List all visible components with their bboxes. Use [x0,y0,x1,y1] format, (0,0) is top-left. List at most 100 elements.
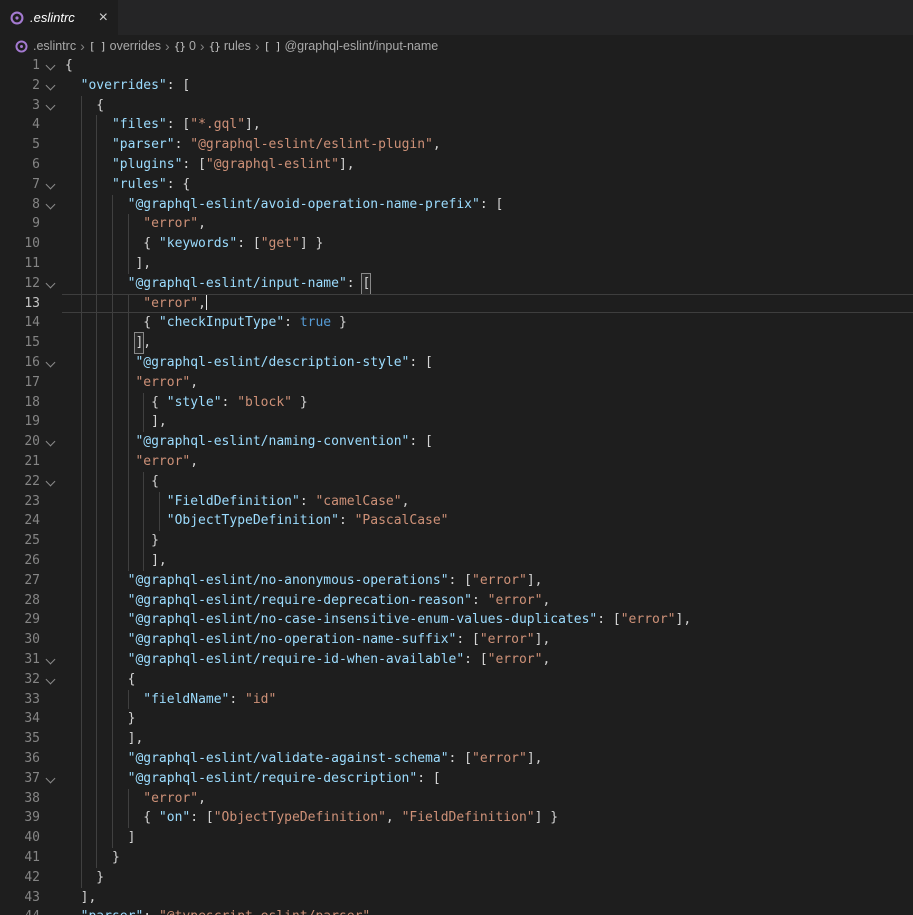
line-number[interactable]: 30 [0,630,40,650]
fold-chevron-icon[interactable] [47,62,54,66]
code-line[interactable]: 41 } [0,848,913,868]
fold-chevron-icon[interactable] [47,676,54,680]
code-line[interactable]: 1{ [0,56,913,76]
code-line[interactable]: 23 "FieldDefinition": "camelCase", [0,492,913,512]
line-number[interactable]: 32 [0,670,40,690]
fold-chevron-icon[interactable] [47,775,54,779]
line-number[interactable]: 28 [0,591,40,611]
code-line[interactable]: 33 "fieldName": "id" [0,690,913,710]
code-line[interactable]: 35 ], [0,729,913,749]
breadcrumb-item[interactable]: {}rules [209,39,251,53]
code-line[interactable]: 42 } [0,868,913,888]
line-number[interactable]: 38 [0,789,40,809]
code-line[interactable]: 14 { "checkInputType": true } [0,313,913,333]
code-line[interactable]: 2 "overrides": [ [0,76,913,96]
code-line[interactable]: 12 "@graphql-eslint/input-name": [ [0,274,913,294]
code-line[interactable]: 36 "@graphql-eslint/validate-against-sch… [0,749,913,769]
code-line[interactable]: 10 { "keywords": ["get"] } [0,234,913,254]
code-line[interactable]: 37 "@graphql-eslint/require-description"… [0,769,913,789]
code-line[interactable]: 11 ], [0,254,913,274]
line-number[interactable]: 16 [0,353,40,373]
line-number[interactable]: 14 [0,313,40,333]
line-number[interactable]: 18 [0,393,40,413]
code-line[interactable]: 6 "plugins": ["@graphql-eslint"], [0,155,913,175]
code-line[interactable]: 20 "@graphql-eslint/naming-convention": … [0,432,913,452]
line-number[interactable]: 13 [0,294,40,314]
line-number[interactable]: 15 [0,333,40,353]
line-number[interactable]: 37 [0,769,40,789]
fold-chevron-icon[interactable] [47,359,54,363]
line-number[interactable]: 43 [0,888,40,908]
line-number[interactable]: 19 [0,412,40,432]
fold-chevron-icon[interactable] [47,656,54,660]
code-line[interactable]: 25 } [0,531,913,551]
line-number[interactable]: 35 [0,729,40,749]
code-line[interactable]: 30 "@graphql-eslint/no-operation-name-su… [0,630,913,650]
line-number[interactable]: 33 [0,690,40,710]
breadcrumb-item[interactable]: {}0 [174,39,196,53]
code-line[interactable]: 32 { [0,670,913,690]
line-number[interactable]: 42 [0,868,40,888]
line-number[interactable]: 4 [0,115,40,135]
code-line[interactable]: 24 "ObjectTypeDefinition": "PascalCase" [0,511,913,531]
line-number[interactable]: 23 [0,492,40,512]
close-icon[interactable]: × [97,10,110,26]
code-line[interactable]: 18 { "style": "block" } [0,393,913,413]
line-number[interactable]: 25 [0,531,40,551]
code-line[interactable]: 22 { [0,472,913,492]
line-number[interactable]: 26 [0,551,40,571]
line-number[interactable]: 8 [0,195,40,215]
code-line[interactable]: 27 "@graphql-eslint/no-anonymous-operati… [0,571,913,591]
code-line[interactable]: 43 ], [0,888,913,908]
code-line[interactable]: 9 "error", [0,214,913,234]
editor-pane[interactable]: 1{2 "overrides": [3 {4 "files": ["*.gql"… [0,0,913,915]
code-line[interactable]: 16 "@graphql-eslint/description-style": … [0,353,913,373]
code-line[interactable]: 7 "rules": { [0,175,913,195]
breadcrumb-item[interactable]: .eslintrc [15,39,76,53]
tab-eslintrc[interactable]: .eslintrc × [0,0,118,35]
code-line[interactable]: 39 { "on": ["ObjectTypeDefinition", "Fie… [0,808,913,828]
line-number[interactable]: 40 [0,828,40,848]
line-number[interactable]: 22 [0,472,40,492]
line-number[interactable]: 34 [0,709,40,729]
line-number[interactable]: 27 [0,571,40,591]
line-number[interactable]: 2 [0,76,40,96]
code-line[interactable]: 13 "error", [0,294,913,314]
line-number[interactable]: 36 [0,749,40,769]
fold-chevron-icon[interactable] [47,280,54,284]
code-line[interactable]: 38 "error", [0,789,913,809]
line-number[interactable]: 7 [0,175,40,195]
line-number[interactable]: 39 [0,808,40,828]
code-line[interactable]: 5 "parser": "@graphql-eslint/eslint-plug… [0,135,913,155]
code-line[interactable]: 8 "@graphql-eslint/avoid-operation-name-… [0,195,913,215]
code-line[interactable]: 4 "files": ["*.gql"], [0,115,913,135]
code-line[interactable]: 40 ] [0,828,913,848]
code-line[interactable]: 34 } [0,709,913,729]
code-line[interactable]: 19 ], [0,412,913,432]
line-number[interactable]: 5 [0,135,40,155]
line-number[interactable]: 21 [0,452,40,472]
breadcrumb-item[interactable]: [ ]@graphql-eslint/input-name [264,39,439,53]
line-number[interactable]: 11 [0,254,40,274]
line-number[interactable]: 41 [0,848,40,868]
fold-chevron-icon[interactable] [47,201,54,205]
code-line[interactable]: 26 ], [0,551,913,571]
code-line[interactable]: 29 "@graphql-eslint/no-case-insensitive-… [0,610,913,630]
line-number[interactable]: 29 [0,610,40,630]
code-line[interactable]: 17 "error", [0,373,913,393]
breadcrumb-item[interactable]: [ ]overrides [89,39,161,53]
code-line[interactable]: 21 "error", [0,452,913,472]
code-line[interactable]: 44 "parser": "@typescript-eslint/parser" [0,907,913,915]
line-number[interactable]: 17 [0,373,40,393]
code-line[interactable]: 3 { [0,96,913,116]
line-number[interactable]: 20 [0,432,40,452]
code-line[interactable]: 31 "@graphql-eslint/require-id-when-avai… [0,650,913,670]
line-number[interactable]: 24 [0,511,40,531]
line-number[interactable]: 10 [0,234,40,254]
line-number[interactable]: 6 [0,155,40,175]
fold-chevron-icon[interactable] [47,102,54,106]
line-number[interactable]: 1 [0,56,40,76]
fold-chevron-icon[interactable] [47,478,54,482]
line-number[interactable]: 44 [0,907,40,915]
line-number[interactable]: 12 [0,274,40,294]
